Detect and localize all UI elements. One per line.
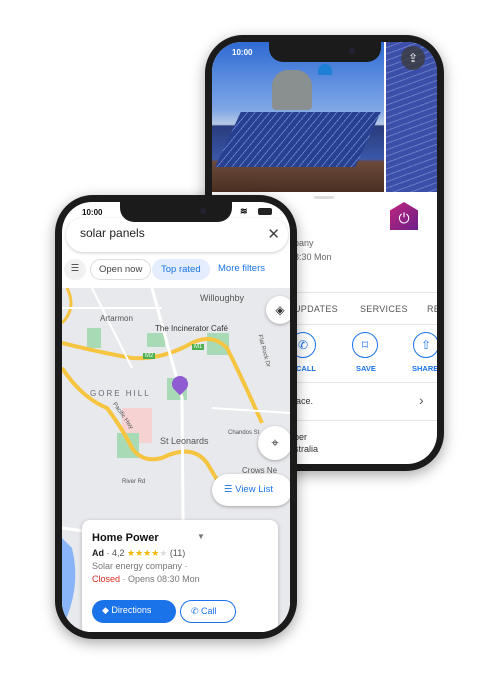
dropdown-icon[interactable]: ▼ [197,532,205,541]
battery-icon [258,208,272,215]
search-input[interactable] [80,226,240,240]
solar-panel [215,112,381,167]
road-shield: M1 [192,344,205,350]
layers-icon[interactable]: ◈ [266,296,290,324]
closed-status: Closed [92,574,121,584]
notch [120,202,232,222]
ad-badge: Ad [92,548,104,558]
wifi-icon: ≋ [240,206,248,216]
status-time: 10:00 [232,48,253,57]
share-icon[interactable]: ⇪ [401,46,425,70]
maps-search-screen: 10:00 ≋ ✕ ☰ Open now Top rated More filt… [62,202,290,632]
filter-top-rated[interactable]: Top rated [152,259,210,280]
view-list-button[interactable]: ☰ View List [212,474,290,506]
view-list-label: View List [235,484,273,495]
map[interactable]: Willoughby Artarmon The Incinerator Café… [62,288,290,632]
rating-row: Ad · 4,2 ★★★★★ (11) [92,548,186,558]
save-label: SAVE [356,364,376,373]
map-label: GORE HILL [90,389,151,398]
directions-button[interactable]: ◆ Directions [92,600,176,623]
share-icon: ⇧ [420,338,432,352]
notch [268,42,381,62]
more-filters-button[interactable]: More filters [210,259,273,280]
save-button[interactable]: ⌑ [352,332,378,358]
tab-updates[interactable]: UPDATES [294,304,338,314]
call-label: CALL [296,364,316,373]
place-card[interactable]: Home Power ▼ Ad · 4,2 ★★★★★ (11) Solar e… [82,520,278,632]
map-label: St Leonards [160,436,209,446]
worker [272,70,312,110]
tab-services[interactable]: SERVICES [360,304,408,314]
drag-handle[interactable] [314,196,334,199]
status-time: 10:00 [82,208,103,217]
map-label: River Rd [122,479,146,485]
close-icon[interactable]: ✕ [267,225,280,243]
list-icon: ☰ [224,484,236,495]
star-rating: ★★★★ [127,548,160,558]
hours-row: Closed · Opens 08:30 Mon [92,574,200,584]
opening-hours: · Opens 08:30 Mon [122,574,200,584]
road-shield: M2 [143,353,156,359]
directions-icon: ◆ [102,605,112,615]
call-button[interactable]: ✆ Call [180,600,236,623]
filter-open-now[interactable]: Open now [90,259,152,280]
map-label: Artarmon [100,314,133,323]
filter-settings-icon[interactable]: ☰ [64,259,86,280]
review-count: (11) [169,548,186,558]
directions-label: Directions [111,605,152,615]
chevron-right-icon[interactable]: › [419,392,424,408]
place-name[interactable]: Home Power [92,532,159,544]
map-label: The Incinerator Café [155,324,228,333]
my-location-icon[interactable]: ⌖ [258,426,290,460]
place-category: Solar energy company · [92,561,188,571]
address-line-2: stralia [294,444,319,454]
share-label: SHARE [412,364,437,373]
search-box[interactable]: ✕ [66,218,288,252]
front-phone: 10:00 ≋ ✕ ☰ Open now Top rated More filt… [55,195,297,639]
helmet [318,64,332,75]
star-empty-icon: ★ [159,548,168,558]
phone-icon: ✆ [191,606,202,616]
call-label: Call [201,606,217,616]
brand-logo: ⏻ [390,202,418,230]
share-button[interactable]: ⇧ [413,332,437,358]
phone-icon: ✆ [297,338,309,352]
rating-value: 4,2 [112,548,125,558]
tab-reviews[interactable]: RE [427,304,437,314]
bookmark-icon: ⌑ [361,338,369,352]
map-label: Chandos St [228,430,260,436]
map-label: Willoughby [200,293,245,303]
hours-text: 8:30 Mon [294,252,332,262]
